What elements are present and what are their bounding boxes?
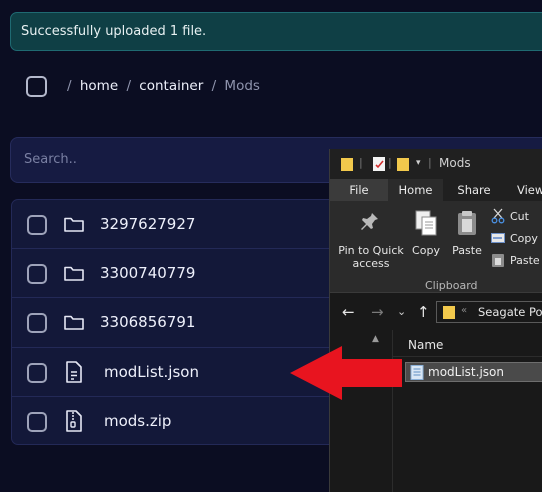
copy-icon[interactable] — [414, 209, 438, 237]
ribbon-home: Pin to Quick access Copy Paste Cut Copy … — [330, 201, 542, 293]
upload-success-toast: Successfully uploaded 1 file. — [10, 12, 542, 51]
toast-message: Successfully uploaded 1 file. — [21, 24, 207, 39]
paste-shortcut-button[interactable]: Paste s — [510, 254, 542, 267]
cut-button[interactable]: Cut — [510, 210, 529, 223]
tab-home[interactable]: Home — [388, 179, 443, 201]
tab-view[interactable]: View — [506, 179, 542, 201]
file-name[interactable]: modList.json — [428, 365, 504, 379]
row-checkbox[interactable] — [27, 215, 47, 235]
paste-shortcut-icon[interactable] — [491, 252, 505, 268]
tab-share[interactable]: Share — [444, 179, 504, 201]
breadcrumb-separator: / — [211, 78, 217, 94]
file-name[interactable]: 3306856791 — [100, 313, 195, 331]
select-all-checkbox[interactable] — [26, 76, 47, 97]
json-file-icon — [410, 365, 424, 380]
breadcrumb-item-mods: Mods — [224, 78, 260, 94]
folder-icon — [64, 217, 84, 232]
document-icon — [66, 360, 82, 383]
search-placeholder: Search.. — [24, 152, 77, 167]
window-title: Mods — [439, 156, 471, 170]
explorer-title-bar[interactable]: | | ▾ | Mods — [330, 149, 542, 179]
file-name[interactable]: 3297627927 — [100, 215, 195, 233]
quick-access-dropdown-icon[interactable]: ▾ — [416, 158, 421, 168]
zip-file-icon — [66, 409, 82, 432]
new-folder-icon[interactable] — [396, 156, 410, 172]
back-arrow-icon[interactable]: ← — [342, 303, 355, 321]
pin-to-quick-access-button[interactable]: Pin to Quick access — [336, 244, 406, 270]
address-bar[interactable]: « Seagate Port — [436, 301, 542, 323]
breadcrumb-separator: / — [126, 78, 131, 94]
separator: | — [359, 156, 363, 169]
forward-arrow-icon[interactable]: → — [371, 303, 384, 321]
separator: | — [388, 156, 392, 169]
breadcrumb-item-container[interactable]: container — [139, 78, 203, 94]
ribbon-tabs: File Home Share View — [330, 179, 542, 201]
separator: | — [428, 156, 432, 169]
folder-icon — [64, 266, 84, 281]
recent-locations-chevron-icon[interactable]: ⌄ — [397, 305, 406, 318]
file-explorer-window[interactable]: | | ▾ | Mods File Home Share View Pin to… — [329, 149, 542, 492]
divider — [393, 356, 542, 357]
address-overflow-chevron[interactable]: « — [461, 305, 467, 316]
breadcrumb-item-home[interactable]: home — [80, 78, 118, 94]
navigation-bar: ← → ⌄ ↑ « Seagate Port — [330, 294, 542, 330]
row-checkbox[interactable] — [27, 362, 47, 383]
selected-file-item[interactable]: modList.json — [405, 362, 542, 382]
paste-icon[interactable] — [456, 209, 478, 237]
folder-icon — [443, 306, 455, 319]
scissors-icon[interactable] — [491, 208, 505, 224]
paste-button[interactable]: Paste — [447, 244, 487, 257]
breadcrumb: / home / container / Mods — [63, 78, 260, 94]
row-checkbox[interactable] — [27, 264, 47, 285]
up-arrow-icon[interactable]: ↑ — [417, 303, 430, 321]
scroll-up-icon[interactable]: ▲ — [372, 334, 379, 344]
row-checkbox[interactable] — [27, 313, 47, 334]
copy-path-button[interactable]: Copy p — [510, 232, 542, 245]
properties-icon[interactable] — [372, 156, 386, 172]
breadcrumb-separator: / — [67, 78, 72, 94]
folder-icon — [64, 316, 84, 331]
column-header-name[interactable]: Name — [408, 338, 443, 352]
file-name[interactable]: 3300740779 — [100, 264, 195, 282]
file-name[interactable]: mods.zip — [104, 412, 171, 430]
red-arrow-annotation — [290, 346, 402, 400]
ribbon-group-clipboard: Clipboard — [425, 279, 478, 292]
file-name[interactable]: modList.json — [104, 363, 199, 381]
row-checkbox[interactable] — [27, 411, 47, 432]
pin-icon[interactable] — [360, 211, 380, 237]
copy-path-icon[interactable] — [491, 232, 505, 244]
address-path[interactable]: Seagate Port — [478, 305, 542, 319]
folder-icon — [341, 158, 353, 171]
copy-button[interactable]: Copy — [408, 244, 444, 257]
tab-file[interactable]: File — [330, 179, 388, 201]
